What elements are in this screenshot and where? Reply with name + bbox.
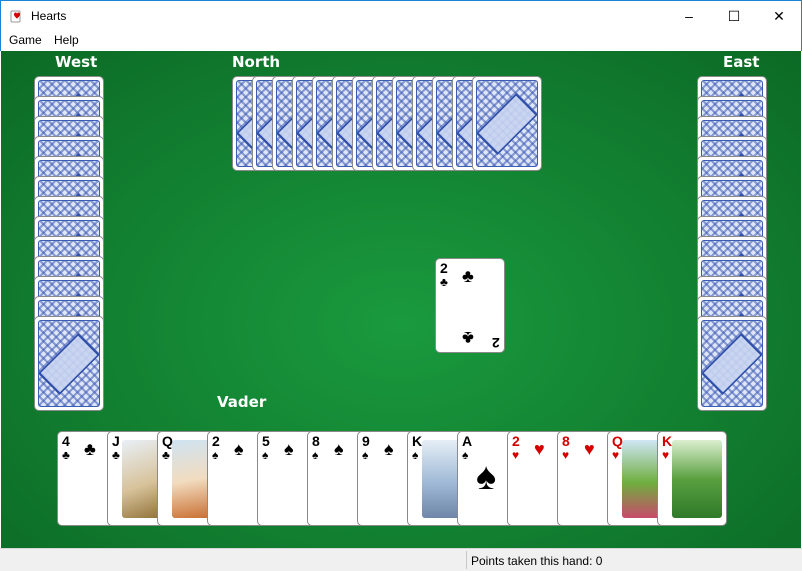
hearts-icon: ♥ <box>512 448 520 462</box>
menu-help[interactable]: Help <box>54 33 79 47</box>
spades-pip-icon: ♠ <box>476 456 497 498</box>
hearts-app-icon <box>10 10 21 23</box>
hearts-icon: ♥ <box>662 448 670 462</box>
hearts-icon: ♥ <box>562 448 570 462</box>
card-rank: 9 <box>362 433 370 449</box>
clubs-pip-icon: ♣ <box>84 439 96 459</box>
menu-bar: Game Help <box>0 30 802 51</box>
card-rank: Q <box>612 433 623 449</box>
card-rank: 4 <box>62 433 70 449</box>
spades-icon: ♠ <box>212 448 219 462</box>
card-rank: K <box>662 433 673 449</box>
spades-pip-icon: ♠ <box>234 439 244 459</box>
player-east-label: East <box>723 53 760 71</box>
spades-icon: ♠ <box>412 448 419 462</box>
spades-icon: ♠ <box>362 448 369 462</box>
clubs-icon: ♣ <box>62 448 70 462</box>
hearts-pip-icon: ♥ <box>534 439 545 459</box>
north-card-back <box>472 76 542 171</box>
player-west-label: West <box>55 53 98 71</box>
spades-pip-icon: ♠ <box>284 439 294 459</box>
card-rank: 8 <box>562 433 570 449</box>
card-rank: 5 <box>262 433 270 449</box>
west-card-back <box>34 316 104 411</box>
minimize-icon: – <box>685 8 693 24</box>
card-rank: K <box>412 433 423 449</box>
spades-icon: ♠ <box>262 448 269 462</box>
club-icon: ♣ <box>440 275 448 289</box>
card-back-pattern <box>476 80 538 167</box>
club-icon: ♣ <box>462 328 474 348</box>
trick-card-rank-bottom: 2 <box>492 335 500 351</box>
close-icon: ✕ <box>773 7 785 24</box>
maximize-button[interactable]: ☐ <box>711 1 757 31</box>
card-rank: 8 <box>312 433 320 449</box>
trick-card-rank: 2 <box>440 260 448 276</box>
card-back-pattern <box>701 320 763 407</box>
points-status: Points taken this hand: 0 <box>471 554 603 568</box>
window-title: Hearts <box>31 9 67 23</box>
east-card-back <box>697 316 767 411</box>
hand-card-K-hearts[interactable]: K ♥ <box>657 431 727 526</box>
card-rank: 2 <box>212 433 220 449</box>
player-north-label: North <box>232 53 281 71</box>
minimize-button[interactable]: – <box>666 1 712 31</box>
trick-card-2-clubs: 2 ♣ ♣ ♣ 2 <box>435 258 505 353</box>
card-rank: J <box>112 433 120 449</box>
hearts-pip-icon: ♥ <box>584 439 595 459</box>
menu-game[interactable]: Game <box>9 33 42 47</box>
status-bar: Points taken this hand: 0 <box>0 548 802 571</box>
card-rank: Q <box>162 433 173 449</box>
card-rank: A <box>462 433 473 449</box>
status-divider <box>466 551 467 569</box>
close-button[interactable]: ✕ <box>756 1 802 31</box>
hearts-icon: ♥ <box>612 448 620 462</box>
clubs-icon: ♣ <box>112 448 120 462</box>
player-south-label: Vader <box>217 393 267 411</box>
title-bar: Hearts – ☐ ✕ <box>0 0 802 30</box>
spades-icon: ♠ <box>312 448 319 462</box>
clubs-icon: ♣ <box>162 448 170 462</box>
card-back-pattern <box>38 320 100 407</box>
maximize-icon: ☐ <box>727 7 741 24</box>
card-rank: 2 <box>512 433 520 449</box>
spades-pip-icon: ♠ <box>384 439 394 459</box>
spades-icon: ♠ <box>462 448 469 462</box>
spades-pip-icon: ♠ <box>334 439 344 459</box>
face-card-art <box>672 440 722 518</box>
game-table: West North East Vader 2 ♣ ♣ ♣ 2 ♣ 4 ♣ J ♣ Q ♣ ♠… <box>1 51 801 548</box>
club-icon: ♣ <box>462 266 474 286</box>
